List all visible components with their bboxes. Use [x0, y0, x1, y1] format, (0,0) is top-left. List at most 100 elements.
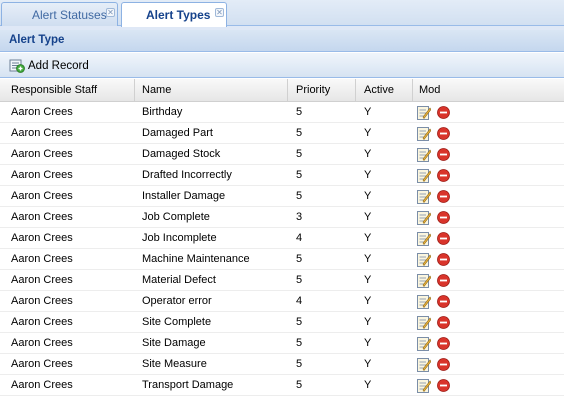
tab-label: Alert Statuses: [32, 8, 107, 22]
cell-priority: 5: [296, 358, 303, 370]
edit-icon[interactable]: [417, 315, 432, 330]
table-row[interactable]: Aaron Crees Operator error 4 Y: [0, 291, 564, 312]
cell-active: Y: [364, 232, 372, 244]
panel-header: Alert Type: [0, 26, 564, 52]
cell-name: Drafted Incorrectly: [142, 169, 232, 181]
delete-icon[interactable]: [437, 379, 450, 392]
column-header-active[interactable]: Active: [356, 79, 413, 102]
cell-name: Damaged Part: [142, 127, 213, 139]
cell-priority: 5: [296, 190, 303, 202]
cell-priority: 5: [296, 379, 303, 391]
edit-icon[interactable]: [417, 189, 432, 204]
add-record-icon: [9, 59, 25, 73]
table-row[interactable]: Aaron Crees Site Complete 5 Y: [0, 312, 564, 333]
cell-active: Y: [364, 169, 372, 181]
delete-icon[interactable]: [437, 106, 450, 119]
cell-priority: 5: [296, 106, 303, 118]
cell-priority: 5: [296, 337, 303, 349]
cell-priority: 5: [296, 316, 303, 328]
delete-icon[interactable]: [437, 337, 450, 350]
cell-responsible-staff: Aaron Crees: [11, 316, 73, 328]
cell-priority: 5: [296, 169, 303, 181]
cell-responsible-staff: Aaron Crees: [11, 274, 73, 286]
cell-name: Job Complete: [142, 211, 210, 223]
table-row[interactable]: Aaron Crees Job Incomplete 4 Y: [0, 228, 564, 249]
delete-icon[interactable]: [437, 190, 450, 203]
edit-icon[interactable]: [417, 147, 432, 162]
delete-icon[interactable]: [437, 253, 450, 266]
tab-strip: Alert Statuses ✕ Alert Types ✕: [0, 0, 564, 27]
delete-icon[interactable]: [437, 295, 450, 308]
cell-responsible-staff: Aaron Crees: [11, 379, 73, 391]
tab-alert-statuses[interactable]: Alert Statuses ✕: [1, 2, 118, 26]
table-row[interactable]: Aaron Crees Birthday 5 Y: [0, 102, 564, 123]
cell-active: Y: [364, 358, 372, 370]
grid-header: Responsible Staff Name Priority Active M…: [0, 79, 564, 102]
table-row[interactable]: Aaron Crees Transport Damage 5 Y: [0, 375, 564, 396]
table-row[interactable]: Aaron Crees Material Defect 5 Y: [0, 270, 564, 291]
table-row[interactable]: Aaron Crees Drafted Incorrectly 5 Y: [0, 165, 564, 186]
edit-icon[interactable]: [417, 105, 432, 120]
edit-icon[interactable]: [417, 252, 432, 267]
edit-icon[interactable]: [417, 273, 432, 288]
table-row[interactable]: Aaron Crees Job Complete 3 Y: [0, 207, 564, 228]
cell-name: Site Damage: [142, 337, 206, 349]
table-row[interactable]: Aaron Crees Installer Damage 5 Y: [0, 186, 564, 207]
delete-icon[interactable]: [437, 274, 450, 287]
tab-close-icon[interactable]: ✕: [215, 8, 224, 17]
cell-active: Y: [364, 211, 372, 223]
table-row[interactable]: Aaron Crees Damaged Stock 5 Y: [0, 144, 564, 165]
cell-name: Damaged Stock: [142, 148, 221, 160]
tab-close-icon[interactable]: ✕: [106, 8, 115, 17]
cell-responsible-staff: Aaron Crees: [11, 190, 73, 202]
cell-responsible-staff: Aaron Crees: [11, 127, 73, 139]
delete-icon[interactable]: [437, 148, 450, 161]
column-header-mod[interactable]: Mod: [413, 79, 564, 102]
tab-label: Alert Types: [146, 8, 211, 22]
cell-priority: 5: [296, 253, 303, 265]
cell-priority: 5: [296, 274, 303, 286]
edit-icon[interactable]: [417, 168, 432, 183]
cell-name: Job Incomplete: [142, 232, 217, 244]
cell-name: Material Defect: [142, 274, 216, 286]
edit-icon[interactable]: [417, 336, 432, 351]
cell-responsible-staff: Aaron Crees: [11, 106, 73, 118]
cell-responsible-staff: Aaron Crees: [11, 148, 73, 160]
table-row[interactable]: Aaron Crees Site Measure 5 Y: [0, 354, 564, 375]
column-header-responsible-staff[interactable]: Responsible Staff: [0, 79, 135, 102]
delete-icon[interactable]: [437, 358, 450, 371]
panel-title: Alert Type: [9, 34, 65, 46]
delete-icon[interactable]: [437, 169, 450, 182]
add-record-button[interactable]: Add Record: [9, 58, 89, 74]
cell-priority: 3: [296, 211, 303, 223]
cell-responsible-staff: Aaron Crees: [11, 211, 73, 223]
edit-icon[interactable]: [417, 378, 432, 393]
column-header-name[interactable]: Name: [135, 79, 288, 102]
cell-active: Y: [364, 253, 372, 265]
cell-responsible-staff: Aaron Crees: [11, 337, 73, 349]
cell-responsible-staff: Aaron Crees: [11, 358, 73, 370]
edit-icon[interactable]: [417, 231, 432, 246]
edit-icon[interactable]: [417, 357, 432, 372]
delete-icon[interactable]: [437, 232, 450, 245]
cell-responsible-staff: Aaron Crees: [11, 253, 73, 265]
table-row[interactable]: Aaron Crees Machine Maintenance 5 Y: [0, 249, 564, 270]
cell-active: Y: [364, 127, 372, 139]
cell-active: Y: [364, 274, 372, 286]
column-header-priority[interactable]: Priority: [288, 79, 356, 102]
edit-icon[interactable]: [417, 126, 432, 141]
cell-active: Y: [364, 379, 372, 391]
cell-name: Site Measure: [142, 358, 207, 370]
delete-icon[interactable]: [437, 316, 450, 329]
tab-alert-types[interactable]: Alert Types ✕: [121, 2, 227, 27]
cell-responsible-staff: Aaron Crees: [11, 295, 73, 307]
table-row[interactable]: Aaron Crees Site Damage 5 Y: [0, 333, 564, 354]
edit-icon[interactable]: [417, 294, 432, 309]
cell-priority: 4: [296, 232, 303, 244]
cell-active: Y: [364, 148, 372, 160]
edit-icon[interactable]: [417, 210, 432, 225]
delete-icon[interactable]: [437, 127, 450, 140]
table-row[interactable]: Aaron Crees Damaged Part 5 Y: [0, 123, 564, 144]
toolbar: Add Record: [0, 53, 564, 78]
delete-icon[interactable]: [437, 211, 450, 224]
